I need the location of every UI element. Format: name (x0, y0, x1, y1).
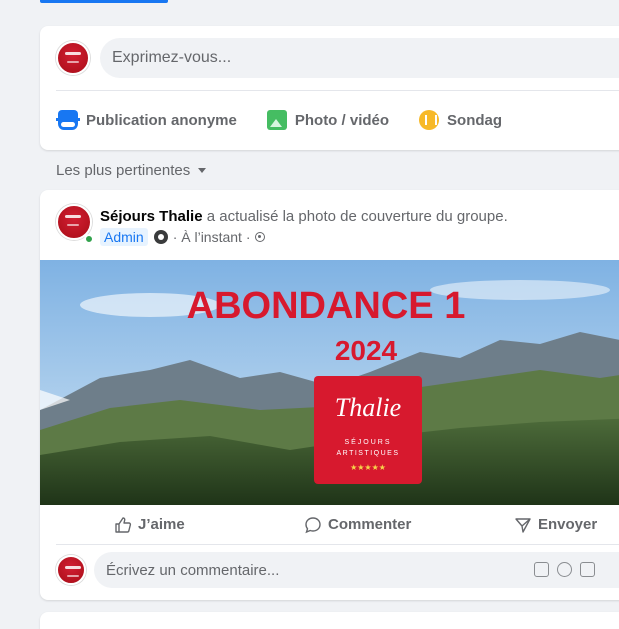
logo-line2: ARTISTIQUES (336, 450, 399, 457)
post-meta: Admin · À l’instant · (100, 228, 265, 246)
sticker-icon[interactable] (534, 562, 549, 577)
send-icon (515, 517, 531, 533)
photo-video-button[interactable]: Photo / vidéo (266, 110, 390, 130)
photo-icon (266, 110, 287, 130)
commenter-avatar[interactable] (56, 555, 86, 585)
like-button[interactable]: J’aime (114, 516, 185, 534)
online-status-dot (84, 234, 94, 244)
photo-video-label: Photo / vidéo (294, 111, 390, 129)
admin-badge[interactable]: Admin (100, 228, 148, 246)
composer-input[interactable]: Exprimez-vous... (100, 38, 619, 78)
comment-input[interactable]: Écrivez un commentaire... (94, 552, 619, 588)
anonymous-post-button[interactable]: Publication anonyme (56, 110, 237, 130)
post-title-line: Séjours Thalie a actualisé la photo de c… (100, 208, 508, 225)
feed-sort-dropdown[interactable]: Les plus pertinentes (56, 162, 207, 179)
composer-actions: Publication anonyme Photo / vidéo Sondag (56, 102, 619, 138)
anonymous-icon (56, 110, 80, 130)
divider (56, 90, 619, 91)
meta-separator: · (241, 229, 251, 245)
active-tab-indicator (40, 0, 168, 3)
comment-composer: Écrivez un commentaire... (56, 552, 619, 588)
comment-button[interactable]: Commenter (304, 516, 411, 534)
badge-icon (153, 230, 168, 244)
post-timestamp[interactable]: À l’instant (181, 229, 242, 245)
comment-icon (305, 516, 321, 533)
logo-line1: SÉJOURS (344, 437, 391, 446)
cover-photo[interactable]: ABONDANCE 1 2024 Thalie SÉJOURS ARTISTIQ… (40, 260, 619, 505)
poll-icon (419, 110, 440, 130)
globe-icon (254, 232, 265, 242)
next-feed-post (40, 612, 619, 629)
sort-label: Les plus pertinentes (56, 162, 191, 179)
author-name[interactable]: Séjours Thalie (100, 208, 203, 225)
camera-icon[interactable] (580, 562, 595, 577)
caret-down-icon (198, 168, 207, 173)
cover-headline: ABONDANCE 1 (187, 285, 466, 327)
emoji-icon[interactable] (557, 562, 572, 577)
post-actions-bar: J’aime Commenter Envoyer (56, 505, 619, 545)
logo-name: Thalie (335, 393, 401, 422)
like-label: J’aime (138, 516, 185, 533)
comment-label: Commenter (328, 516, 412, 533)
comment-placeholder: Écrivez un commentaire... (106, 561, 280, 579)
comment-tools (534, 562, 603, 577)
anonymous-post-label: Publication anonyme (86, 111, 237, 129)
feed-post: Séjours Thalie a actualisé la photo de c… (40, 190, 619, 600)
send-button[interactable]: Envoyer (514, 516, 597, 534)
cover-image: ABONDANCE 1 2024 Thalie SÉJOURS ARTISTIQ… (40, 260, 619, 505)
post-composer: Exprimez-vous... Publication anonyme Pho… (40, 26, 619, 150)
thumbs-up-icon (115, 516, 132, 533)
logo-stars: ★★★★★ (350, 463, 386, 472)
post-header: Séjours Thalie a actualisé la photo de c… (56, 202, 619, 252)
composer-row: Exprimez-vous... (56, 38, 619, 78)
send-label: Envoyer (538, 516, 598, 533)
composer-placeholder: Exprimez-vous... (112, 49, 232, 66)
group-avatar[interactable] (56, 41, 90, 75)
post-action-text: a actualisé la photo de couverture du gr… (202, 208, 508, 225)
poll-label: Sondag (447, 111, 503, 129)
cover-year: 2024 (335, 335, 398, 366)
meta-separator: · (172, 229, 182, 245)
poll-button[interactable]: Sondag (419, 110, 502, 130)
